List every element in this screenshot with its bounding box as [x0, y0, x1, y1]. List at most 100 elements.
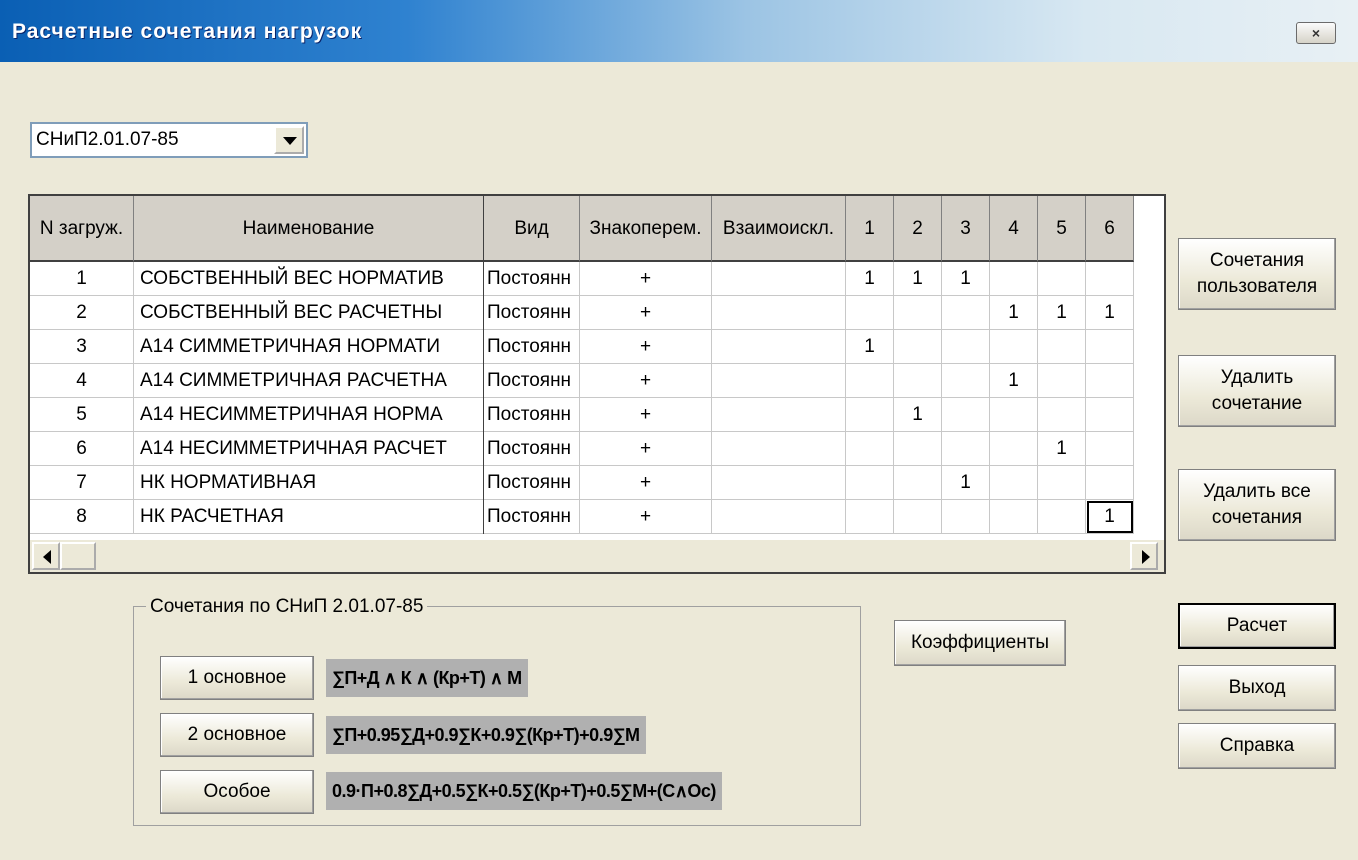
scroll-left-button[interactable] [32, 542, 60, 570]
horizontal-scroll-thumb[interactable] [60, 542, 96, 570]
column-header[interactable]: Вид [484, 196, 580, 262]
column-header[interactable]: 5 [1038, 196, 1086, 262]
combination-cell[interactable] [846, 432, 894, 466]
load-cases-table[interactable]: N загруж. Наименование Вид Знакоперем. Взаим… [28, 194, 1166, 574]
column-header[interactable]: 2 [894, 196, 942, 262]
combination-cell[interactable] [1038, 466, 1086, 500]
cell-n[interactable]: 7 [30, 466, 134, 500]
cell-excl[interactable] [712, 296, 846, 330]
combination-cell[interactable] [942, 364, 990, 398]
cell-excl[interactable] [712, 364, 846, 398]
combination-cell[interactable]: 1 [846, 262, 894, 296]
cell-vid[interactable]: Постоянн [484, 432, 580, 466]
column-header[interactable]: 1 [846, 196, 894, 262]
close-button[interactable]: × [1296, 22, 1336, 44]
table-row[interactable]: 1 СОБСТВЕННЫЙ ВЕС НОРМАТИВ Постоянн +1 1 1 [30, 262, 1134, 296]
combination-cell[interactable]: 1 [1038, 432, 1086, 466]
table-row[interactable]: 5 А14 НЕСИММЕТРИЧНАЯ НОРМА Постоянн +1 [30, 398, 1134, 432]
combination-cell[interactable]: 1 [942, 262, 990, 296]
cell-name[interactable]: НК РАСЧЕТНАЯ [134, 500, 484, 534]
cell-vid[interactable]: Постоянн [484, 398, 580, 432]
column-header[interactable]: Взаимоискл. [712, 196, 846, 262]
column-header[interactable]: 4 [990, 196, 1038, 262]
combination-cell[interactable] [846, 466, 894, 500]
cell-vid[interactable]: Постоянн [484, 262, 580, 296]
combination-cell[interactable] [894, 296, 942, 330]
combination-cell[interactable] [894, 330, 942, 364]
combination-cell[interactable] [846, 296, 894, 330]
norm-select[interactable]: СНиП2.01.07-85 [30, 122, 308, 158]
combination-cell[interactable] [846, 364, 894, 398]
cell-vid[interactable]: Постоянн [484, 364, 580, 398]
combination-cell[interactable] [990, 262, 1038, 296]
combination-cell[interactable] [894, 500, 942, 534]
combination-cell[interactable] [990, 466, 1038, 500]
cell-sign[interactable]: + [580, 466, 712, 500]
cell-sign[interactable]: + [580, 398, 712, 432]
table-row[interactable]: 3 А14 СИММЕТРИЧНАЯ НОРМАТИ Постоянн +1 [30, 330, 1134, 364]
table-row[interactable]: 6 А14 НЕСИММЕТРИЧНАЯ РАСЧЕТ Постоянн +1 [30, 432, 1134, 466]
combination-cell[interactable]: 1 [846, 330, 894, 364]
combination-cell[interactable] [1086, 330, 1134, 364]
cell-name[interactable]: СОБСТВЕННЫЙ ВЕС НОРМАТИВ [134, 262, 484, 296]
cell-vid[interactable]: Постоянн [484, 466, 580, 500]
combination-cell[interactable] [1038, 364, 1086, 398]
cell-excl[interactable] [712, 432, 846, 466]
cell-n[interactable]: 6 [30, 432, 134, 466]
delete-all-combinations-button[interactable]: Удалить все сочетания [1178, 469, 1336, 541]
cell-sign[interactable]: + [580, 330, 712, 364]
horizontal-scrollbar[interactable] [30, 540, 1164, 572]
main2-combination-button[interactable]: 2 основное [160, 713, 314, 757]
cell-n[interactable]: 8 [30, 500, 134, 534]
cell-n[interactable]: 2 [30, 296, 134, 330]
cell-sign[interactable]: + [580, 296, 712, 330]
combination-cell[interactable] [846, 500, 894, 534]
cell-n[interactable]: 3 [30, 330, 134, 364]
combination-cell[interactable] [942, 398, 990, 432]
table-row[interactable]: 4 А14 СИММЕТРИЧНАЯ РАСЧЕТНА Постоянн +1 [30, 364, 1134, 398]
special-combination-button[interactable]: Особое [160, 770, 314, 814]
cell-name[interactable]: А14 СИММЕТРИЧНАЯ НОРМАТИ [134, 330, 484, 364]
combination-cell[interactable] [1086, 398, 1134, 432]
combination-cell[interactable] [1086, 432, 1134, 466]
combination-cell[interactable] [1038, 500, 1086, 534]
cell-excl[interactable] [712, 500, 846, 534]
calc-button[interactable]: Расчет [1178, 603, 1336, 649]
cell-sign[interactable]: + [580, 262, 712, 296]
combination-cell[interactable] [1086, 364, 1134, 398]
combination-cell[interactable] [990, 432, 1038, 466]
combination-cell[interactable] [990, 330, 1038, 364]
combination-cell[interactable] [942, 500, 990, 534]
cell-vid[interactable]: Постоянн [484, 296, 580, 330]
delete-combination-button[interactable]: Удалить сочетание [1178, 355, 1336, 427]
cell-vid[interactable]: Постоянн [484, 330, 580, 364]
combination-cell[interactable]: 1 [894, 398, 942, 432]
combination-cell[interactable] [990, 500, 1038, 534]
cell-sign[interactable]: + [580, 364, 712, 398]
combination-cell[interactable] [894, 466, 942, 500]
help-button[interactable]: Справка [1178, 723, 1336, 769]
cell-n[interactable]: 5 [30, 398, 134, 432]
combination-cell[interactable] [846, 398, 894, 432]
cell-n[interactable]: 1 [30, 262, 134, 296]
column-header[interactable]: Знакоперем. [580, 196, 712, 262]
user-combinations-button[interactable]: Сочетания пользователя [1178, 238, 1336, 310]
cell-excl[interactable] [712, 330, 846, 364]
cell-excl[interactable] [712, 398, 846, 432]
combination-cell[interactable]: 1 [894, 262, 942, 296]
combination-cell[interactable]: 1 [942, 466, 990, 500]
column-header[interactable]: 6 [1086, 196, 1134, 262]
table-row[interactable]: 2 СОБСТВЕННЫЙ ВЕС РАСЧЕТНЫ Постоянн +1 1 1 [30, 296, 1134, 330]
combination-cell[interactable]: 1 [1086, 500, 1134, 534]
combination-cell[interactable] [1038, 398, 1086, 432]
cell-name[interactable]: НК НОРМАТИВНАЯ [134, 466, 484, 500]
combination-cell[interactable]: 1 [1086, 296, 1134, 330]
scroll-right-button[interactable] [1130, 542, 1158, 570]
cell-name[interactable]: СОБСТВЕННЫЙ ВЕС РАСЧЕТНЫ [134, 296, 484, 330]
combination-cell[interactable]: 1 [990, 364, 1038, 398]
cell-sign[interactable]: + [580, 500, 712, 534]
table-row[interactable]: 7 НК НОРМАТИВНАЯ Постоянн +1 [30, 466, 1134, 500]
cell-name[interactable]: А14 НЕСИММЕТРИЧНАЯ НОРМА [134, 398, 484, 432]
cell-sign[interactable]: + [580, 432, 712, 466]
table-row[interactable]: 8 НК РАСЧЕТНАЯ Постоянн +1 [30, 500, 1134, 534]
